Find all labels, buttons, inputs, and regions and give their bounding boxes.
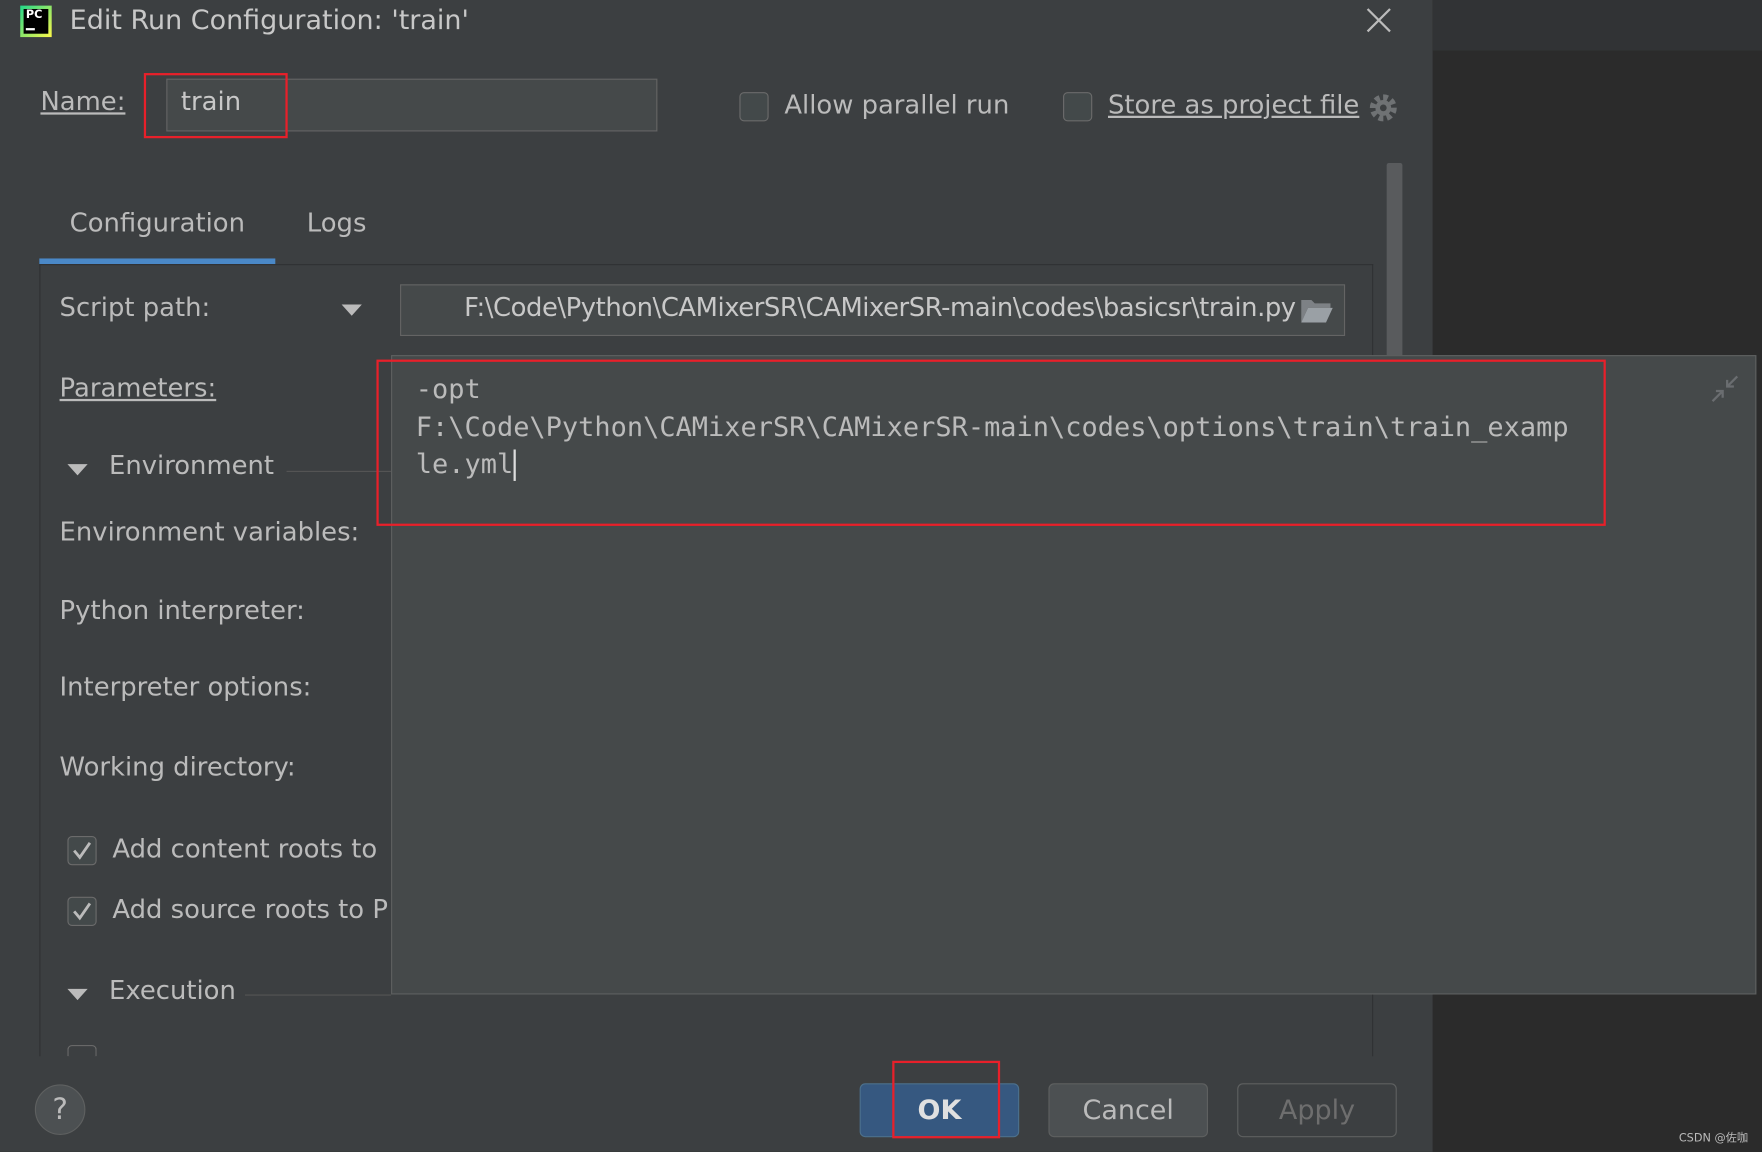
add-content-roots-checkbox[interactable] (67, 836, 97, 866)
script-path-value: F:\Code\Python\CAMixerSR\CAMixerSR-main\… (464, 293, 1296, 323)
script-path-scroll-area: F:\Code\Python\CAMixerSR\CAMixerSR-main\… (408, 293, 1296, 329)
execution-collapse-icon[interactable] (67, 988, 88, 1001)
cancel-button[interactable]: Cancel (1048, 1083, 1208, 1138)
name-highlight-box (143, 73, 288, 139)
environment-collapse-icon[interactable] (67, 464, 88, 476)
chevron-down-icon[interactable] (341, 304, 362, 316)
python-interpreter-label: Python interpreter: (59, 596, 305, 626)
add-source-roots-label: Add source roots to P (112, 895, 388, 925)
scrollbar[interactable] (1386, 162, 1403, 360)
working-directory-label: Working directory: (59, 752, 296, 783)
background-toolbar (1432, 0, 1762, 51)
name-label: Name: (40, 87, 126, 117)
allow-parallel-run-label: Allow parallel run (784, 91, 1010, 121)
execution-divider (244, 994, 392, 996)
add-content-roots-label: Add content roots to (112, 834, 378, 865)
add-source-roots-checkbox[interactable] (67, 896, 97, 926)
store-as-project-file-checkbox[interactable] (1063, 92, 1093, 122)
watermark: CSDN @佐咖 (1678, 1132, 1749, 1146)
gear-icon[interactable] (1366, 91, 1400, 125)
store-as-project-file-label: Store as project file (1107, 91, 1360, 121)
dialog-title: Edit Run Configuration: 'train' (69, 4, 469, 36)
tab-configuration[interactable]: Configuration (70, 209, 245, 238)
ok-highlight-box (892, 1060, 1001, 1139)
help-button[interactable]: ? (34, 1084, 86, 1135)
script-path-input[interactable]: F:\Code\Python\CAMixerSR\CAMixerSR-main\… (400, 284, 1346, 336)
execution-section-title: Execution (109, 976, 236, 1006)
allow-parallel-run-checkbox[interactable] (739, 92, 769, 122)
close-icon[interactable] (1363, 4, 1394, 35)
tab-logs[interactable]: Logs (307, 209, 367, 238)
folder-icon[interactable] (1299, 296, 1335, 325)
environment-variables-label: Environment variables: (59, 518, 360, 548)
parameters-highlight-box (376, 359, 1606, 526)
collapse-icon[interactable] (1710, 374, 1739, 403)
interpreter-options-label: Interpreter options: (59, 673, 312, 703)
help-icon: ? (52, 1092, 68, 1127)
parameters-label: Parameters: (59, 374, 217, 404)
apply-button[interactable]: Apply (1237, 1083, 1397, 1138)
environment-section-title: Environment (109, 451, 275, 481)
script-path-label: Script path: (59, 293, 211, 323)
pycharm-icon: PC (20, 5, 52, 38)
partial-checkbox[interactable] (67, 1045, 97, 1057)
